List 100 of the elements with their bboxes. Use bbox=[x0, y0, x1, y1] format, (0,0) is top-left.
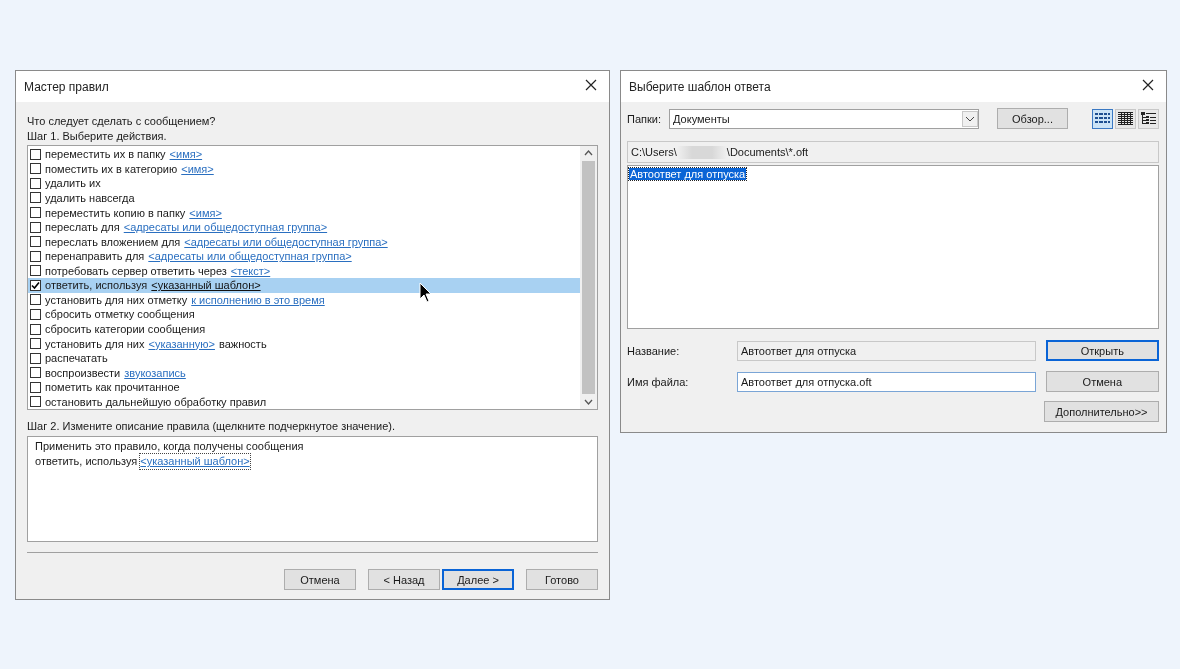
action-item[interactable]: распечатать bbox=[28, 350, 580, 366]
description-text: ответить, используя bbox=[35, 454, 138, 469]
checkbox[interactable] bbox=[30, 294, 41, 306]
checkbox[interactable] bbox=[30, 177, 41, 189]
checkbox[interactable] bbox=[30, 163, 41, 175]
open-button[interactable]: Открыть bbox=[1045, 340, 1159, 361]
action-text: распечатать bbox=[45, 352, 108, 365]
checkbox[interactable] bbox=[30, 265, 41, 277]
folders-label: Папки: bbox=[627, 112, 661, 125]
description-link[interactable]: <указанный шаблон> bbox=[140, 454, 250, 469]
action-text: удалить навсегда bbox=[45, 191, 135, 204]
action-text: переслать вложением для bbox=[45, 235, 181, 248]
action-link[interactable]: <текст> bbox=[230, 264, 271, 277]
action-link[interactable]: <указанную> bbox=[148, 337, 215, 350]
view-button[interactable] bbox=[1092, 108, 1113, 129]
action-text: важность bbox=[218, 337, 267, 350]
action-link[interactable]: <адресаты или общедоступная группа> bbox=[123, 221, 328, 234]
action-text: воспроизвести bbox=[45, 366, 121, 379]
action-item[interactable]: установить для них отметку к исполнению в это время bbox=[28, 292, 580, 308]
action-item[interactable]: переслать для <адресаты или общедоступная группа> bbox=[28, 219, 580, 235]
list-view-icon bbox=[1095, 112, 1110, 125]
action-item[interactable]: ответить, используя <указанный шаблон> bbox=[28, 278, 580, 293]
action-item[interactable]: удалить навсегда bbox=[28, 190, 580, 206]
window-title: Мастер правил bbox=[24, 79, 109, 94]
action-item[interactable]: сбросить категории сообщения bbox=[28, 321, 580, 337]
details-view-icon bbox=[1118, 112, 1133, 125]
action-link[interactable]: <указанный шаблон> bbox=[151, 279, 261, 292]
action-item[interactable]: воспроизвести звукозапись bbox=[28, 365, 580, 380]
dialog-button[interactable]: Далее > bbox=[442, 569, 514, 590]
action-link[interactable]: <адресаты или общедоступная группа> bbox=[148, 250, 352, 263]
action-text: ответить, используя bbox=[45, 279, 148, 292]
action-text: перенаправить для bbox=[45, 250, 145, 263]
action-text: пометить как прочитанное bbox=[45, 381, 180, 394]
action-item[interactable]: сбросить отметку сообщения bbox=[28, 307, 580, 322]
checkbox[interactable] bbox=[30, 352, 41, 364]
action-item[interactable]: переместить копию в папку <имя> bbox=[28, 205, 580, 220]
action-item[interactable]: перенаправить для <адресаты или общедоступная группа> bbox=[28, 248, 580, 264]
checkbox[interactable] bbox=[30, 236, 41, 248]
action-item[interactable]: удалить их bbox=[28, 176, 580, 191]
path-text: \Documents\*.oft bbox=[726, 146, 809, 158]
action-item[interactable]: переслать вложением для <адресаты или общедоступная группа> bbox=[28, 234, 580, 249]
question-label: Что следует сделать с сообщением? bbox=[27, 114, 217, 129]
checkbox[interactable] bbox=[30, 148, 41, 160]
dialog-button[interactable]: Готово bbox=[526, 569, 598, 590]
action-text: поместить их в категорию bbox=[45, 162, 178, 175]
checkbox[interactable] bbox=[30, 250, 41, 262]
action-text: потребовать сервер ответить через bbox=[45, 264, 227, 277]
browse-button[interactable]: Обзор... bbox=[997, 108, 1068, 129]
view-button[interactable] bbox=[1138, 108, 1159, 129]
action-text: сбросить отметку сообщения bbox=[45, 308, 195, 321]
filename-label: Имя файла: bbox=[627, 375, 690, 388]
advanced-button[interactable]: Дополнительно>> bbox=[1044, 401, 1159, 422]
cancel-button[interactable]: Отмена bbox=[1045, 371, 1159, 392]
description-text: Применить это правило, когда получены сообщения bbox=[35, 439, 304, 454]
checkbox[interactable] bbox=[30, 381, 41, 393]
name-field: Автоответ для отпуска bbox=[737, 340, 1036, 361]
dialog-button[interactable]: Отмена bbox=[284, 569, 356, 590]
action-text: остановить дальнейшую обработку правил bbox=[45, 395, 267, 408]
checkbox[interactable] bbox=[30, 396, 41, 408]
window-title: Выберите шаблон ответа bbox=[629, 79, 771, 94]
action-link[interactable]: <имя> bbox=[189, 206, 222, 219]
folder-dropdown[interactable]: Документы bbox=[669, 108, 979, 129]
action-text: переместить их в папку bbox=[45, 148, 166, 161]
checkbox[interactable] bbox=[30, 323, 41, 335]
checkbox[interactable] bbox=[30, 338, 41, 350]
tree-view-icon bbox=[1141, 112, 1156, 125]
action-item[interactable]: поместить их в категорию <имя> bbox=[28, 161, 580, 177]
action-link[interactable]: <адресаты или общедоступная группа> bbox=[184, 235, 388, 248]
action-text: установить для них отметку bbox=[45, 293, 188, 306]
action-link[interactable]: звукозапись bbox=[124, 366, 186, 379]
cursor-icon bbox=[419, 282, 432, 304]
step-label: Шаг 1. Выберите действия. bbox=[27, 129, 168, 144]
file-item[interactable]: Автоответ для отпуска bbox=[629, 168, 747, 180]
action-item[interactable]: установить для них <указанную> важность bbox=[28, 336, 580, 351]
checkbox[interactable] bbox=[30, 367, 41, 379]
action-link[interactable]: к исполнению в это время bbox=[191, 293, 325, 306]
action-text: установить для них bbox=[45, 337, 145, 350]
path-text: C:\Users\ bbox=[631, 146, 677, 158]
checkbox[interactable] bbox=[30, 192, 41, 204]
chevron-down-icon bbox=[962, 110, 978, 127]
step-label: Шаг 2. Измените описание правила (щелкните подчеркнутое значение). bbox=[27, 419, 397, 434]
scrollbar-thumb[interactable] bbox=[582, 161, 595, 394]
action-text: переместить копию в папку bbox=[45, 206, 186, 219]
action-link[interactable]: <имя> bbox=[169, 148, 203, 161]
action-item[interactable]: переместить их в папку <имя> bbox=[28, 147, 580, 162]
filename-field[interactable]: Автоответ для отпуска.oft bbox=[737, 371, 1036, 392]
action-item[interactable]: остановить дальнейшую обработку правил bbox=[28, 394, 580, 410]
name-label: Название: bbox=[627, 344, 681, 357]
checkbox[interactable] bbox=[30, 308, 41, 320]
checkbox[interactable] bbox=[30, 207, 41, 219]
action-link[interactable]: <имя> bbox=[181, 162, 214, 175]
action-text: сбросить категории сообщения bbox=[45, 323, 206, 336]
action-text: удалить их bbox=[45, 177, 101, 190]
action-text: переслать для bbox=[45, 221, 120, 234]
action-item[interactable]: пометить как прочитанное bbox=[28, 380, 580, 395]
view-button[interactable] bbox=[1115, 108, 1136, 129]
checkbox[interactable] bbox=[30, 221, 41, 233]
checkbox[interactable] bbox=[30, 279, 41, 291]
action-item[interactable]: потребовать сервер ответить через <текст> bbox=[28, 263, 580, 279]
dialog-button[interactable]: < Назад bbox=[368, 569, 440, 590]
